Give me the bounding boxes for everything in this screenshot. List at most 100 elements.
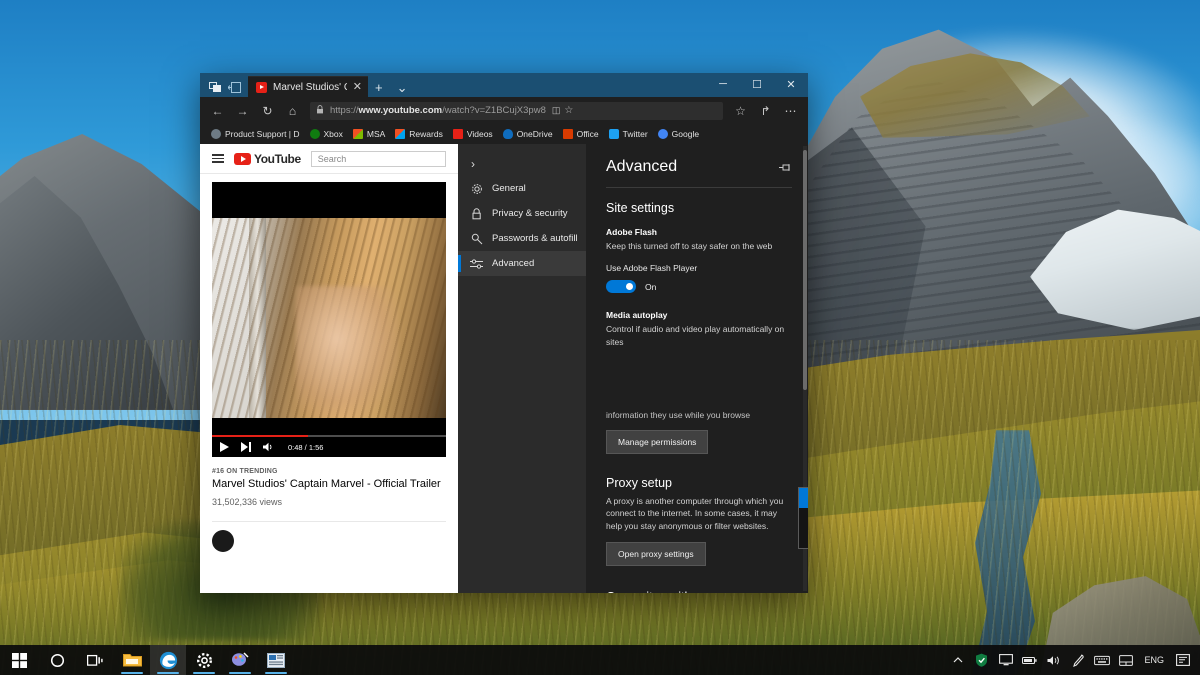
media-autoplay-dropdown[interactable]: Allow Limit Block: [798, 487, 808, 549]
tab-title: Marvel Studios' Captai: [273, 82, 347, 93]
taskbar-app-settings[interactable]: [186, 645, 222, 675]
collections-icon[interactable]: ☆: [729, 99, 752, 122]
channel-row[interactable]: [212, 521, 446, 552]
bookmark-item[interactable]: Rewards: [390, 129, 448, 139]
start-button-icon[interactable]: [0, 645, 38, 675]
avatar[interactable]: [212, 530, 234, 552]
pin-icon[interactable]: [779, 158, 792, 176]
touchpad-icon[interactable]: [1114, 645, 1137, 675]
favorite-star-icon[interactable]: ☆: [564, 105, 573, 116]
settings-sidebar[interactable]: › General Privacy & security: [458, 144, 586, 593]
bookmark-item[interactable]: Xbox: [305, 129, 348, 139]
close-window-button[interactable]: ✕: [774, 73, 808, 95]
play-button-icon[interactable]: [220, 442, 229, 452]
set-aside-tabs-icon[interactable]: [227, 80, 242, 94]
youtube-body: 0:48 / 1:56 #16 ON TRENDING Marvel Studi…: [200, 174, 458, 593]
dropdown-option-allow[interactable]: Allow: [799, 488, 808, 508]
sidebar-item-label: General: [492, 183, 526, 194]
open-proxy-settings-button[interactable]: Open proxy settings: [606, 542, 706, 566]
sidebar-item-privacy-security[interactable]: Privacy & security: [458, 201, 586, 226]
touch-keyboard-icon[interactable]: [1090, 645, 1113, 675]
forward-button[interactable]: →: [231, 99, 254, 122]
bookmark-item[interactable]: OneDrive: [498, 129, 558, 139]
minimize-button[interactable]: ─: [706, 73, 740, 95]
taskbar-app-file-explorer[interactable]: [114, 645, 150, 675]
bookmark-item[interactable]: Videos: [448, 129, 498, 139]
manage-permissions-button[interactable]: Manage permissions: [606, 430, 708, 454]
bookmarks-bar[interactable]: Product Support | D Xbox MSA Rewards Vid…: [200, 124, 808, 144]
next-video-icon[interactable]: [241, 442, 251, 452]
language-indicator[interactable]: ENG: [1138, 655, 1170, 665]
bookmark-item[interactable]: MSA: [348, 129, 390, 139]
bookmark-label: Xbox: [324, 129, 343, 139]
browser-tab[interactable]: Marvel Studios' Captai ✕: [248, 76, 368, 97]
tab-strip[interactable]: Marvel Studios' Captai ✕ + ⌄: [248, 76, 706, 97]
sidebar-item-general[interactable]: General: [458, 176, 586, 201]
url-domain: www.youtube.com: [359, 105, 443, 116]
search-input[interactable]: Search: [311, 151, 446, 167]
address-bar[interactable]: https://www.youtube.com/watch?v=Z1BCujX3…: [310, 102, 723, 120]
sidebar-item-advanced[interactable]: Advanced: [458, 251, 586, 276]
taskbar-app-news[interactable]: [258, 645, 294, 675]
scrollbar-thumb[interactable]: [803, 150, 807, 390]
tab-preview-icon[interactable]: [208, 80, 223, 94]
youtube-icon: [453, 129, 463, 139]
video-controls[interactable]: 0:48 / 1:56: [212, 437, 446, 457]
youtube-header: YouTube Search: [200, 144, 458, 174]
taskbar-app-paint-3d[interactable]: [222, 645, 258, 675]
video-player[interactable]: 0:48 / 1:56: [212, 182, 446, 457]
expand-sidebar-icon[interactable]: ›: [458, 152, 586, 176]
new-tab-button[interactable]: +: [368, 81, 390, 97]
browser-navbar[interactable]: ← → ↻ ⌂ https://www.youtube.com/watch?v=…: [200, 97, 808, 124]
share-icon[interactable]: ↱: [754, 99, 777, 122]
show-hidden-icons-icon[interactable]: [946, 645, 969, 675]
maximize-button[interactable]: ☐: [740, 73, 774, 95]
youtube-logo[interactable]: YouTube: [234, 152, 301, 166]
bookmark-item[interactable]: Google: [653, 129, 704, 139]
taskbar-left[interactable]: [0, 645, 294, 675]
search-circle-icon[interactable]: [38, 645, 76, 675]
browser-titlebar: Marvel Studios' Captai ✕ + ⌄ ─ ☐ ✕: [200, 73, 808, 97]
display-icon[interactable]: [994, 645, 1017, 675]
notification-icon[interactable]: [1171, 645, 1194, 675]
adobe-flash-toggle-row[interactable]: On: [606, 280, 792, 293]
pen-icon[interactable]: [1066, 645, 1089, 675]
edge-browser-window[interactable]: Marvel Studios' Captai ✕ + ⌄ ─ ☐ ✕ ← → ↻…: [200, 73, 808, 593]
home-button[interactable]: ⌂: [281, 99, 304, 122]
dropdown-option-limit[interactable]: Limit: [799, 508, 808, 528]
battery-icon[interactable]: [1018, 645, 1041, 675]
youtube-favicon: [256, 82, 267, 93]
adobe-flash-group: Adobe Flash Keep this turned off to stay…: [606, 227, 792, 293]
refresh-button[interactable]: ↻: [256, 99, 279, 122]
settings-flyout[interactable]: › General Privacy & security: [458, 144, 808, 593]
titlebar-left-icons: [200, 80, 248, 97]
taskbar-app-microsoft-edge[interactable]: [150, 645, 186, 675]
video-view-count: 31,502,336 views: [212, 497, 446, 507]
close-tab-icon[interactable]: ✕: [353, 82, 362, 93]
bookmark-item[interactable]: Product Support | D: [206, 129, 305, 139]
key-icon: [470, 232, 483, 245]
volume-icon[interactable]: [263, 442, 274, 452]
proxy-setup-title: Proxy setup: [606, 476, 792, 490]
reading-view-icon[interactable]: ◫: [552, 105, 561, 116]
windows-defender-icon[interactable]: [970, 645, 993, 675]
system-tray[interactable]: ENG: [946, 645, 1198, 675]
windows-taskbar[interactable]: ENG: [0, 645, 1200, 675]
more-settings-icon[interactable]: ⋯: [779, 99, 802, 122]
bookmark-label: Office: [577, 129, 599, 139]
chevron-down-icon[interactable]: ⌄: [390, 81, 415, 97]
google-icon: [658, 129, 668, 139]
bookmark-item[interactable]: Twitter: [604, 129, 653, 139]
sidebar-item-passwords-autofill[interactable]: Passwords & autofill: [458, 226, 586, 251]
hamburger-menu-icon[interactable]: [212, 154, 224, 163]
media-autoplay-heading: Media autoplay: [606, 310, 792, 320]
address-bar-actions: ◫ ☆: [552, 105, 573, 116]
media-autoplay-description: Control if audio and video play automati…: [606, 323, 792, 348]
task-view-icon[interactable]: [76, 645, 114, 675]
back-button[interactable]: ←: [206, 99, 229, 122]
dropdown-option-block[interactable]: Block: [799, 528, 808, 548]
window-controls[interactable]: ─ ☐ ✕: [706, 73, 808, 97]
adobe-flash-toggle[interactable]: [606, 280, 636, 293]
bookmark-item[interactable]: Office: [558, 129, 604, 139]
volume-icon[interactable]: [1042, 645, 1065, 675]
